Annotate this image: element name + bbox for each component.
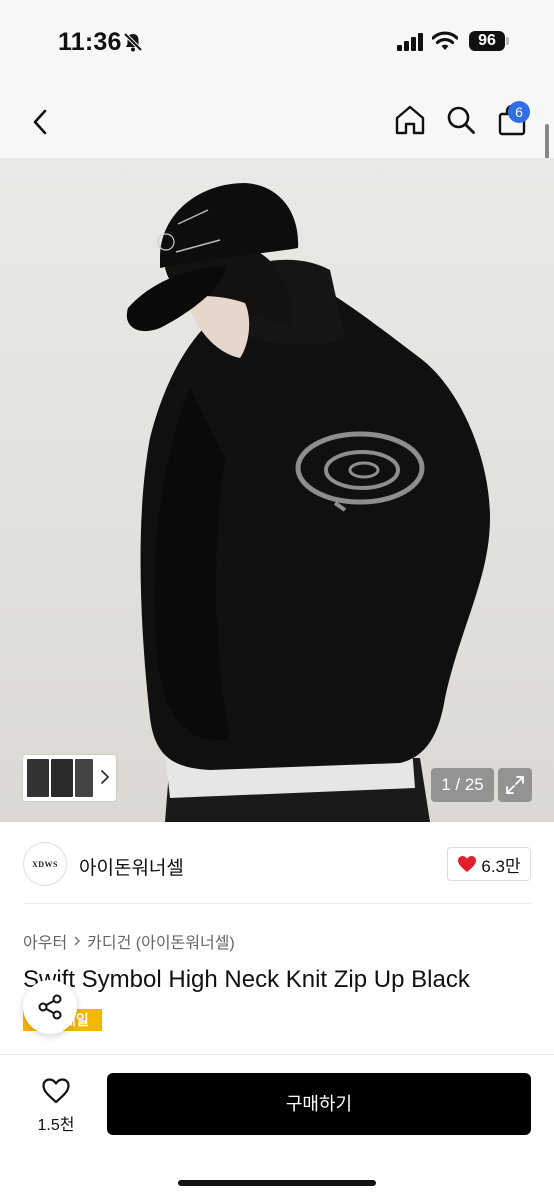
- product-image-gallery[interactable]: 1 / 25: [0, 158, 554, 822]
- brand-like-button[interactable]: 6.3만: [447, 847, 531, 881]
- search-button[interactable]: [441, 100, 481, 140]
- bell-slash-icon: [123, 32, 143, 52]
- breadcrumb-subcategory[interactable]: 카디건 (아이돈워너셀): [87, 929, 235, 953]
- status-bar: 11:36 96: [0, 0, 554, 84]
- thumbnail[interactable]: [27, 759, 49, 797]
- thumbnail[interactable]: [75, 759, 93, 797]
- search-icon: [447, 106, 475, 134]
- breadcrumb-category[interactable]: 아우터: [23, 929, 67, 953]
- chevron-right-icon: [74, 936, 81, 946]
- brand-logo[interactable]: XDWS: [23, 842, 67, 886]
- heart-filled-icon: [458, 856, 477, 872]
- home-button[interactable]: [390, 100, 430, 140]
- cellular-signal-icon: [397, 33, 423, 51]
- product-title: Swift Symbol High Neck Knit Zip Up Black: [23, 966, 470, 993]
- thumbnail[interactable]: [51, 759, 73, 797]
- buy-button[interactable]: 구매하기: [107, 1073, 531, 1135]
- brand-row[interactable]: XDWS 아이돈워너셀 6.3만: [0, 822, 554, 904]
- fullscreen-button[interactable]: [498, 768, 532, 802]
- breadcrumb: 아우터 카디건 (아이돈워너셀): [23, 929, 235, 953]
- back-button[interactable]: [22, 102, 58, 142]
- battery-nub: [506, 37, 509, 45]
- image-counter: 1 / 25: [431, 768, 494, 802]
- wishlist-button[interactable]: 1.5천: [23, 1075, 89, 1135]
- status-time: 11:36: [58, 28, 122, 56]
- section-divider: [23, 903, 531, 904]
- share-icon: [38, 994, 62, 1020]
- bottom-bar-divider: [0, 1054, 554, 1055]
- product-photo: [126, 183, 490, 822]
- battery-indicator: 96: [469, 31, 505, 51]
- cart-count-badge: 6: [508, 101, 530, 123]
- share-button[interactable]: [23, 980, 77, 1034]
- thumbnail-strip[interactable]: [23, 755, 116, 801]
- chevron-left-icon: [33, 109, 47, 135]
- expand-icon: [506, 776, 524, 794]
- heart-outline-icon: [42, 1078, 70, 1104]
- brand-name[interactable]: 아이돈워너셀: [79, 853, 184, 880]
- wifi-icon: [432, 31, 458, 50]
- top-nav: [0, 84, 554, 158]
- brand-like-count: 6.3만: [481, 856, 521, 876]
- chevron-right-icon: [101, 770, 110, 784]
- home-icon: [395, 105, 425, 135]
- wishlist-count: 1.5천: [37, 1117, 75, 1134]
- home-indicator: [178, 1180, 376, 1186]
